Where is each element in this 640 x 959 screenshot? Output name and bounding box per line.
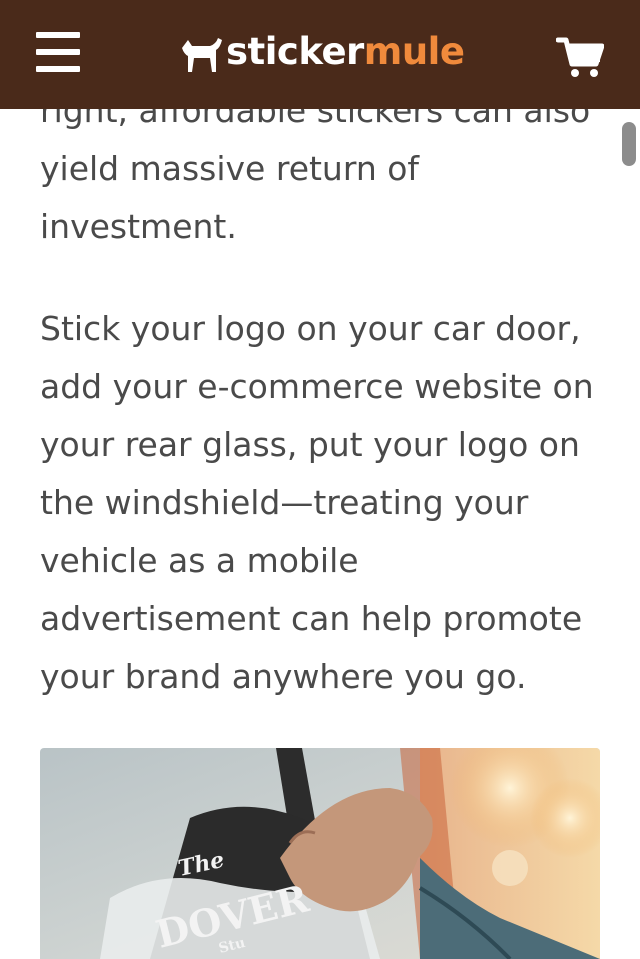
mule-logo-icon (182, 38, 222, 72)
logo-text: mule (363, 30, 465, 73)
article-photo: The DOVER Stu (40, 748, 600, 959)
page-scrollbar[interactable] (622, 122, 636, 166)
hamburger-menu-icon[interactable] (36, 32, 82, 74)
shopping-cart-icon[interactable] (555, 36, 605, 80)
site-header: stickermule (0, 0, 640, 109)
logo-text: sticker (226, 30, 364, 73)
article-paragraph: Stick your logo on your car door, add yo… (40, 309, 594, 696)
stickermule-logo[interactable]: stickermule (178, 30, 465, 74)
